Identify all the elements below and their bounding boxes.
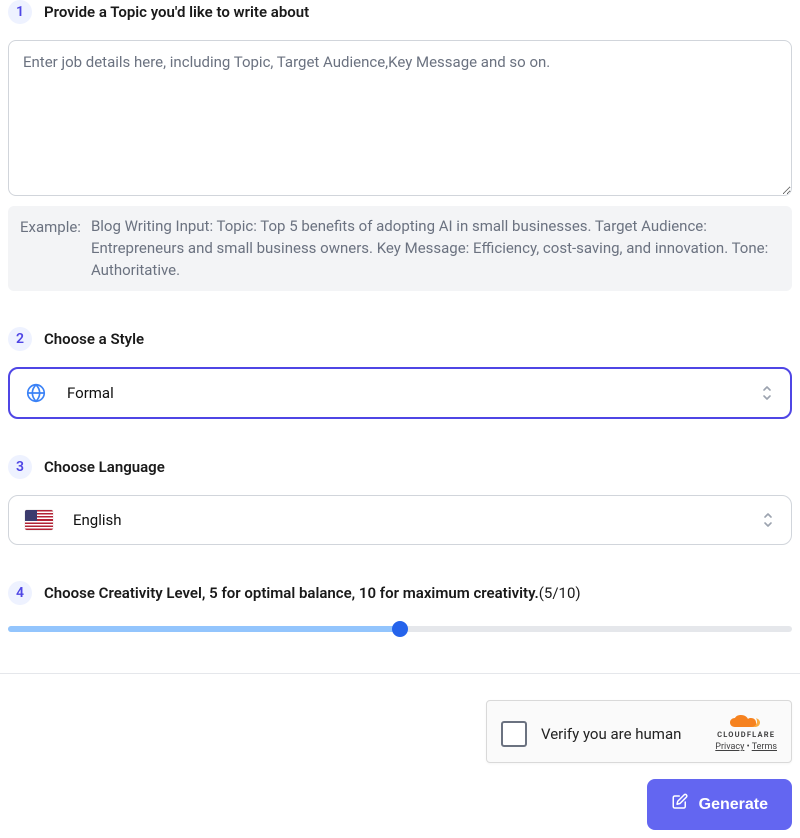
flag-us-icon bbox=[25, 510, 53, 530]
step-title: Choose Creativity Level, 5 for optimal b… bbox=[44, 584, 581, 602]
step-header: 3 Choose Language bbox=[8, 455, 792, 479]
creativity-title-text: Choose Creativity Level, 5 for optimal b… bbox=[44, 584, 539, 602]
creativity-slider[interactable] bbox=[8, 621, 792, 637]
chevron-updown-icon bbox=[760, 384, 774, 402]
cloudflare-brand-text: CLOUDFLARE bbox=[717, 730, 775, 739]
chevron-updown-icon bbox=[761, 511, 775, 529]
edit-icon bbox=[671, 793, 689, 816]
step-style: 2 Choose a Style Formal bbox=[8, 327, 792, 419]
step-number-badge: 4 bbox=[8, 581, 32, 605]
captcha-widget: Verify you are human CLOUDFLARE Privacy … bbox=[486, 700, 792, 763]
step-header: 1 Provide a Topic you'd like to write ab… bbox=[8, 0, 792, 24]
footer: Verify you are human CLOUDFLARE Privacy … bbox=[8, 700, 792, 838]
language-select[interactable]: English bbox=[8, 495, 792, 545]
step-title: Choose Language bbox=[44, 458, 165, 476]
step-creativity: 4 Choose Creativity Level, 5 for optimal… bbox=[8, 581, 792, 637]
step-title: Provide a Topic you'd like to write abou… bbox=[44, 3, 309, 21]
step-header: 4 Choose Creativity Level, 5 for optimal… bbox=[8, 581, 792, 605]
globe-icon bbox=[25, 382, 47, 404]
generate-button-label: Generate bbox=[699, 796, 768, 814]
style-select[interactable]: Formal bbox=[8, 367, 792, 419]
example-label: Example: bbox=[20, 216, 81, 281]
step-language: 3 Choose Language English bbox=[8, 455, 792, 545]
language-selected-label: English bbox=[73, 511, 122, 529]
divider bbox=[0, 673, 800, 674]
captcha-terms-link[interactable]: Terms bbox=[752, 742, 777, 752]
captcha-label: Verify you are human bbox=[541, 725, 701, 743]
captcha-links: Privacy • Terms bbox=[715, 742, 777, 752]
slider-fill bbox=[8, 626, 400, 632]
style-selected-label: Formal bbox=[67, 384, 114, 402]
cloudflare-logo-icon: CLOUDFLARE bbox=[717, 715, 775, 739]
step-header: 2 Choose a Style bbox=[8, 327, 792, 351]
example-text: Blog Writing Input: Topic: Top 5 benefit… bbox=[91, 216, 780, 281]
captcha-checkbox[interactable] bbox=[501, 721, 527, 747]
step-number-badge: 1 bbox=[8, 0, 32, 24]
creativity-value-display: (5/10) bbox=[539, 584, 581, 602]
step-topic: 1 Provide a Topic you'd like to write ab… bbox=[8, 0, 792, 291]
slider-thumb[interactable] bbox=[392, 621, 408, 637]
step-title: Choose a Style bbox=[44, 330, 144, 348]
captcha-privacy-link[interactable]: Privacy bbox=[715, 742, 744, 752]
step-number-badge: 2 bbox=[8, 327, 32, 351]
captcha-brand: CLOUDFLARE Privacy • Terms bbox=[715, 715, 777, 752]
step-number-badge: 3 bbox=[8, 455, 32, 479]
generate-button[interactable]: Generate bbox=[647, 779, 792, 830]
example-block: Example: Blog Writing Input: Topic: Top … bbox=[8, 206, 792, 291]
topic-textarea[interactable] bbox=[8, 40, 792, 196]
